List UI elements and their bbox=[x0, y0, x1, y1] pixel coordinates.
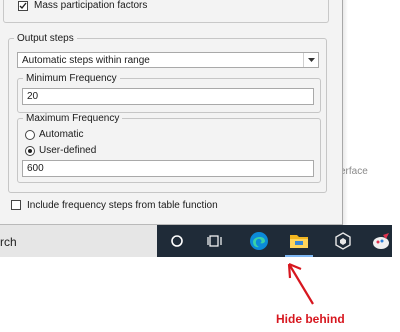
dialog-shadow bbox=[342, 0, 348, 226]
task-view-icon[interactable] bbox=[205, 231, 225, 251]
3d-cube-app-icon[interactable] bbox=[333, 231, 353, 251]
maximum-frequency-legend: Maximum Frequency bbox=[26, 113, 120, 124]
output-steps-legend: Output steps bbox=[17, 33, 74, 44]
include-frequency-steps-label: Include frequency steps from table funct… bbox=[27, 200, 218, 211]
active-app-indicator bbox=[285, 255, 313, 257]
taskbar-search-text[interactable]: rch bbox=[0, 235, 17, 249]
edge-icon[interactable] bbox=[249, 231, 269, 251]
taskbar-icon-strip bbox=[157, 225, 392, 257]
output-steps-dropdown[interactable]: Automatic steps within range bbox=[17, 52, 319, 68]
annotation-arrow-icon bbox=[287, 262, 314, 305]
check-icon bbox=[19, 2, 27, 10]
file-explorer-icon[interactable] bbox=[289, 231, 309, 251]
cortana-circle-icon[interactable] bbox=[167, 231, 187, 251]
chevron-down-icon[interactable] bbox=[303, 53, 318, 67]
maximum-frequency-input[interactable]: 600 bbox=[22, 160, 314, 177]
mass-participation-label: Mass participation factors bbox=[34, 0, 148, 11]
top-options-group: Mass participation factors bbox=[3, 0, 329, 23]
user-defined-radio[interactable] bbox=[25, 146, 35, 156]
dropdown-value: Automatic steps within range bbox=[22, 55, 150, 66]
minimum-frequency-input[interactable]: 20 bbox=[22, 88, 314, 105]
user-defined-radio-label: User-defined bbox=[39, 145, 97, 156]
minimum-frequency-legend: Minimum Frequency bbox=[26, 73, 117, 84]
include-frequency-steps-checkbox[interactable] bbox=[11, 200, 21, 210]
automatic-radio[interactable] bbox=[25, 130, 35, 140]
annotation-label: Hide behind bbox=[276, 312, 345, 326]
paint-app-icon[interactable] bbox=[371, 231, 391, 251]
automatic-radio-label: Automatic bbox=[39, 129, 84, 140]
radio-selected-dot bbox=[28, 149, 32, 153]
mass-participation-checkbox[interactable] bbox=[18, 1, 28, 11]
